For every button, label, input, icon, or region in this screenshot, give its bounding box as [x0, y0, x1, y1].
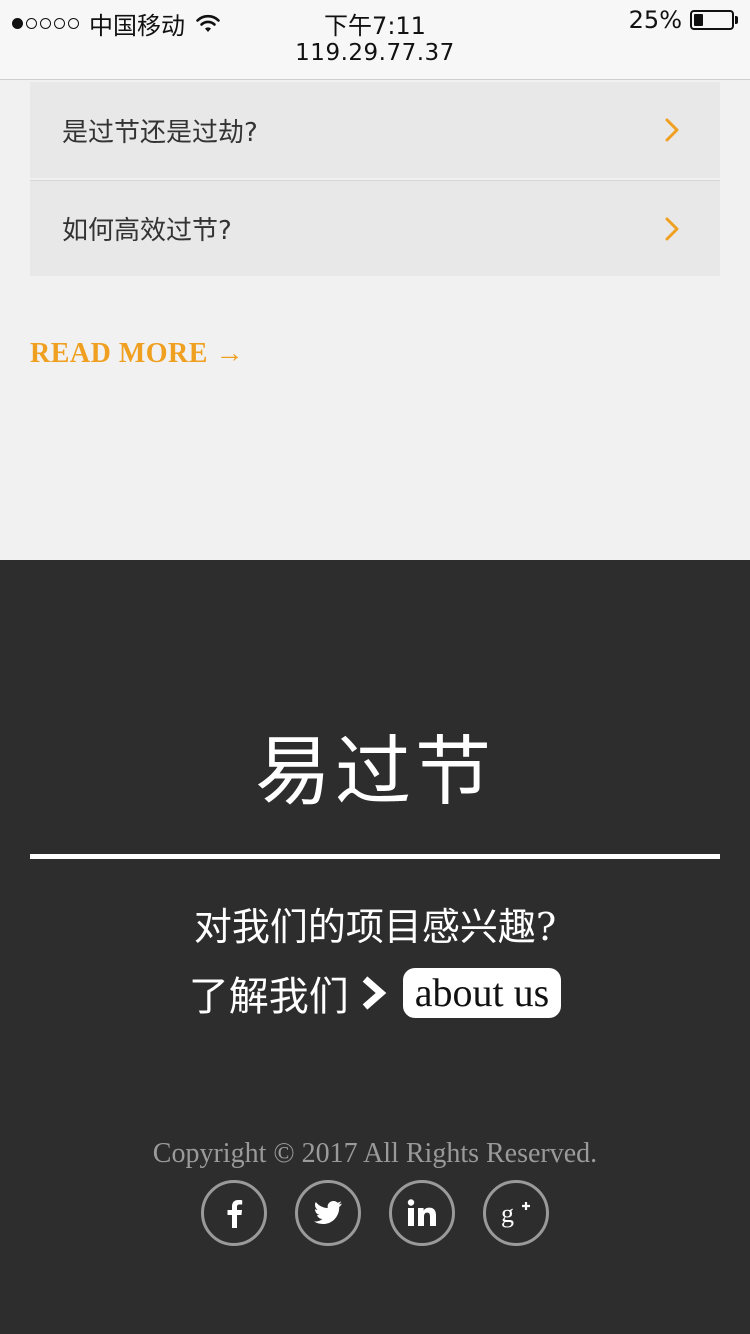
about-row: 了解我们 about us [0, 964, 750, 1022]
status-right: 25% [629, 6, 738, 34]
linkedin-icon[interactable] [389, 1180, 455, 1246]
battery-percent: 25% [628, 6, 682, 34]
list-item-label: 是过节还是过劫? [62, 117, 258, 148]
list-item-label: 如何高效过节? [62, 216, 232, 246]
article-list: 是过节还是过劫? 如何高效过节? [30, 82, 720, 276]
brand-title: 易过节 [255, 727, 495, 816]
twitter-icon[interactable] [295, 1180, 361, 1246]
battery-icon [690, 10, 734, 30]
footer: 易过节 对我们的项目感兴趣? 了解我们 about us Copyright ©… [0, 560, 750, 1334]
google-plus-icon[interactable]: g [483, 1180, 549, 1246]
copyright-text: Copyright © 2017 All Rights Reserved. [152, 1138, 598, 1169]
read-more-link[interactable]: READ MORE → [30, 338, 244, 370]
chevron-right-icon [362, 976, 387, 1010]
list-item[interactable]: 是过节还是过劫? [30, 82, 720, 178]
divider [30, 854, 720, 859]
battery-level [694, 14, 703, 26]
status-bar: 中国移动 下午7:11 119.29.77.37 25% [0, 0, 750, 80]
social-links: g [0, 1180, 750, 1246]
svg-text:g: g [501, 1199, 514, 1228]
battery-tip [735, 16, 738, 24]
about-label: 了解我们 [188, 974, 349, 1020]
chevron-right-icon [665, 118, 679, 142]
list-item[interactable]: 如何高效过节? [30, 180, 720, 276]
about-us-button[interactable]: about us [402, 968, 562, 1018]
address-url[interactable]: 119.29.77.37 [0, 40, 750, 66]
interest-text: 对我们的项目感兴趣? [193, 905, 557, 949]
chevron-right-icon [665, 217, 679, 240]
facebook-icon[interactable] [201, 1180, 267, 1246]
